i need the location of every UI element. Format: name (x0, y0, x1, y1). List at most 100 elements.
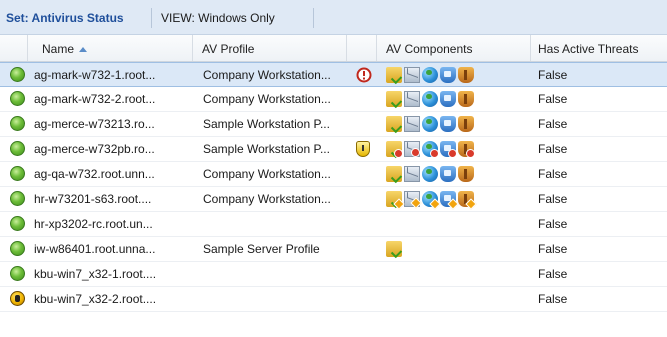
mail-icon (404, 116, 420, 132)
folder-check-icon (386, 141, 403, 158)
machine-name: hr-w73201-s63.root.... (34, 192, 152, 206)
view-filter-label[interactable]: VIEW: Windows Only (161, 11, 275, 25)
av-profile: Sample Workstation P... (203, 117, 330, 131)
globe-icon (422, 67, 438, 83)
machine-name: kbu-win7_x32-2.root.... (34, 292, 157, 306)
column-header-active-threats[interactable]: Has Active Threats (538, 42, 639, 56)
mail-icon (404, 141, 420, 157)
machine-name: ag-qa-w732.root.unn... (34, 167, 155, 181)
orange-shield-icon (458, 67, 474, 83)
green-status-icon (10, 216, 25, 231)
av-profile: Company Workstation... (203, 192, 331, 206)
av-profile: Sample Server Profile (203, 242, 320, 256)
column-divider (530, 35, 531, 61)
orange-shield-icon (458, 166, 474, 182)
column-header-name[interactable]: Name (42, 42, 88, 56)
has-active-threats: False (538, 192, 568, 206)
machine-name: ag-merce-w73213.ro... (34, 117, 155, 131)
green-status-icon (10, 116, 25, 131)
av-components (386, 91, 474, 107)
av-components (386, 116, 474, 132)
table-row[interactable]: kbu-win7_x32-1.root.... False (0, 262, 667, 287)
green-status-icon (10, 191, 25, 206)
globe-icon (422, 141, 439, 158)
mail-icon (404, 67, 420, 83)
globe-icon (422, 191, 438, 207)
has-active-threats: False (538, 292, 568, 306)
table-row[interactable]: kbu-win7_x32-2.root.... False (0, 287, 667, 312)
table-row[interactable]: ag-merce-w732pb.ro... Sample Workstation … (0, 137, 667, 162)
green-status-icon (10, 266, 25, 281)
green-status-icon (10, 141, 25, 156)
set-filter-label[interactable]: Set: Antivirus Status (6, 11, 124, 25)
green-status-icon (10, 241, 25, 256)
green-status-icon (10, 91, 25, 106)
folder-check-icon (386, 241, 402, 257)
has-active-threats: False (538, 217, 568, 231)
blue-shield-icon (440, 67, 456, 83)
filter-bar: Set: Antivirus Status VIEW: Windows Only (0, 0, 667, 35)
has-active-threats: False (538, 242, 568, 256)
blue-shield-icon (440, 166, 456, 182)
blue-shield-icon (440, 116, 456, 132)
folder-check-icon (386, 91, 402, 107)
av-components (386, 191, 474, 207)
has-active-threats: False (538, 68, 568, 82)
red-alert-icon (356, 67, 372, 83)
orange-shield-icon (458, 91, 474, 107)
has-active-threats: False (538, 167, 568, 181)
machine-name: kbu-win7_x32-1.root.... (34, 267, 157, 281)
machine-name: ag-merce-w732pb.ro... (34, 142, 155, 156)
table-row[interactable]: ag-mark-w732-2.root... Company Workstatio… (0, 87, 667, 112)
folder-check-icon (386, 166, 402, 182)
has-active-threats: False (538, 142, 568, 156)
av-profile: Company Workstation... (203, 92, 331, 106)
machine-name: iw-w86401.root.unna... (34, 242, 156, 256)
has-active-threats: False (538, 117, 568, 131)
av-profile: Sample Workstation P... (203, 142, 330, 156)
table-row[interactable]: hr-w73201-s63.root.... Company Workstatio… (0, 187, 667, 212)
column-header-av-profile[interactable]: AV Profile (202, 42, 254, 56)
table-row[interactable]: ag-mark-w732-1.root... Company Workstatio… (0, 62, 667, 87)
yellow-shield-warning-icon (356, 141, 370, 157)
column-divider (346, 35, 347, 61)
blue-shield-icon (440, 141, 457, 158)
av-components (386, 166, 474, 182)
table-header: Name AV Profile AV Components Has Active… (0, 35, 667, 62)
machine-name: hr-xp3202-rc.root.un... (34, 217, 153, 231)
av-components (386, 67, 474, 83)
table-row[interactable]: iw-w86401.root.unna... Sample Server Prof… (0, 237, 667, 262)
av-components (386, 241, 402, 257)
column-divider (192, 35, 193, 61)
av-profile: Company Workstation... (203, 167, 331, 181)
column-divider (27, 35, 28, 61)
folder-check-icon (386, 67, 402, 83)
divider (151, 8, 152, 28)
av-profile: Company Workstation... (203, 68, 331, 82)
green-status-icon (10, 67, 25, 82)
blue-shield-icon (440, 191, 456, 207)
column-header-name-label: Name (42, 42, 75, 56)
blue-shield-icon (440, 91, 456, 107)
mail-icon (404, 91, 420, 107)
machine-name: ag-mark-w732-2.root... (34, 92, 156, 106)
table-row[interactable]: hr-xp3202-rc.root.un... False (0, 212, 667, 237)
globe-icon (422, 91, 438, 107)
globe-icon (422, 116, 438, 132)
agent-warning-icon (10, 291, 25, 306)
av-components (386, 141, 475, 158)
orange-shield-icon (458, 141, 475, 158)
folder-check-icon (386, 191, 402, 207)
orange-shield-icon (458, 116, 474, 132)
mail-icon (404, 191, 420, 207)
column-divider (376, 35, 377, 61)
column-header-av-components[interactable]: AV Components (386, 42, 473, 56)
has-active-threats: False (538, 92, 568, 106)
orange-shield-icon (458, 191, 474, 207)
table-row[interactable]: ag-merce-w73213.ro... Sample Workstation … (0, 112, 667, 137)
folder-check-icon (386, 116, 402, 132)
table-row[interactable]: ag-qa-w732.root.unn... Company Workstatio… (0, 162, 667, 187)
machine-name: ag-mark-w732-1.root... (34, 68, 156, 82)
has-active-threats: False (538, 267, 568, 281)
sort-ascending-icon (79, 47, 88, 52)
